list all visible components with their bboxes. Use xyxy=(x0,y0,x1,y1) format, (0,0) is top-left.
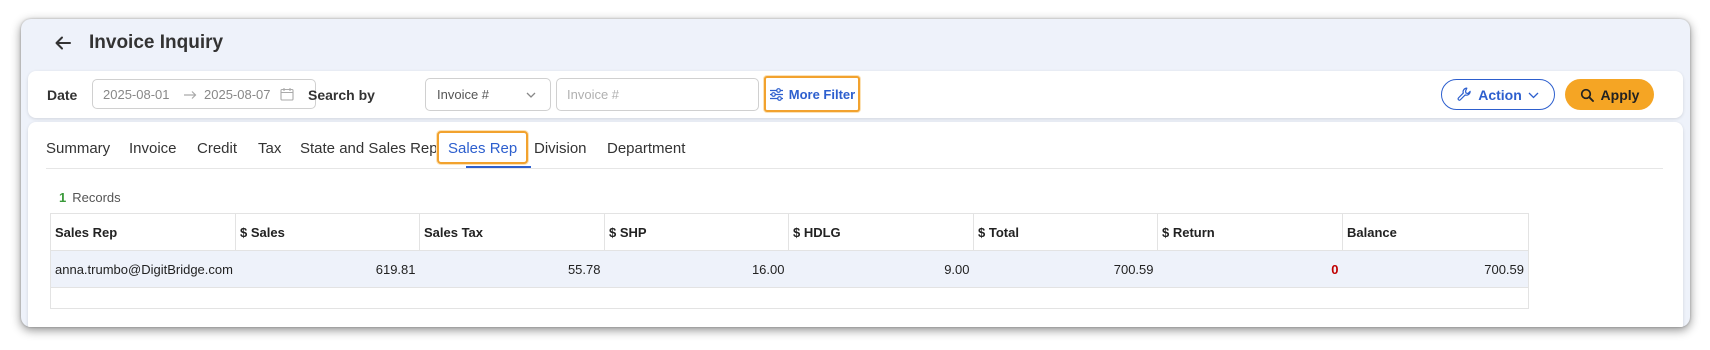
column-header-sales-rep[interactable]: Sales Rep xyxy=(50,213,236,251)
sliders-icon xyxy=(769,87,783,101)
empty-cell xyxy=(1157,287,1343,309)
column-header-total[interactable]: $ Total xyxy=(973,213,1158,251)
cell-return: 0 xyxy=(1157,250,1343,288)
search-type-value: Invoice # xyxy=(437,87,490,102)
column-header-shp[interactable]: $ SHP xyxy=(604,213,789,251)
apply-label: Apply xyxy=(1600,86,1640,103)
empty-cell xyxy=(1342,287,1529,309)
wrench-icon xyxy=(1457,87,1471,101)
tab-invoice[interactable]: Invoice xyxy=(129,140,177,157)
calendar-icon xyxy=(280,88,294,101)
empty-cell xyxy=(235,287,420,309)
arrow-left-icon xyxy=(55,36,71,50)
empty-cell xyxy=(788,287,974,309)
date-to[interactable]: 2025-08-07 xyxy=(204,87,271,102)
tab-sales-rep[interactable]: Sales Rep xyxy=(436,131,529,164)
cell-sales-tax: 55.78 xyxy=(419,250,605,288)
column-header-return[interactable]: $ Return xyxy=(1157,213,1343,251)
cell-sales-rep: anna.trumbo@DigitBridge.com xyxy=(50,250,236,288)
chevron-down-icon xyxy=(1528,92,1539,98)
sales-rep-table: Sales Rep $ Sales Sales Tax $ SHP $ HDLG… xyxy=(50,213,1529,309)
search-by-label: Search by xyxy=(308,87,375,103)
empty-cell xyxy=(419,287,605,309)
page-title: Invoice Inquiry xyxy=(89,32,224,53)
chevron-down-icon xyxy=(526,92,536,98)
date-from[interactable]: 2025-08-01 xyxy=(103,87,170,102)
column-header-sales[interactable]: $ Sales xyxy=(235,213,420,251)
tab-bar: Summary Invoice Credit Tax State and Sal… xyxy=(46,122,1663,169)
column-header-hdlg[interactable]: $ HDLG xyxy=(788,213,974,251)
date-range-picker[interactable]: 2025-08-01 2025-08-07 xyxy=(92,79,316,109)
cell-shp: 16.00 xyxy=(604,250,789,288)
empty-cell xyxy=(973,287,1158,309)
table-row[interactable]: anna.trumbo@DigitBridge.com 619.81 55.78… xyxy=(50,250,1529,288)
apply-button[interactable]: Apply xyxy=(1565,79,1654,110)
tab-state-and-sales-rep[interactable]: State and Sales Rep xyxy=(300,140,438,157)
back-button[interactable] xyxy=(51,31,75,55)
search-icon xyxy=(1580,88,1594,102)
cell-sales: 619.81 xyxy=(235,250,420,288)
cell-hdlg: 9.00 xyxy=(788,250,974,288)
tab-tax[interactable]: Tax xyxy=(258,140,281,157)
search-input[interactable] xyxy=(556,78,759,111)
cell-total: 700.59 xyxy=(973,250,1158,288)
content-card: Summary Invoice Credit Tax State and Sal… xyxy=(28,122,1683,327)
tab-credit[interactable]: Credit xyxy=(197,140,237,157)
empty-cell xyxy=(50,287,236,309)
record-count: 1 Records xyxy=(59,190,121,205)
column-header-sales-tax[interactable]: Sales Tax xyxy=(419,213,605,251)
arrow-right-icon xyxy=(184,91,197,99)
active-tab-indicator xyxy=(466,166,531,168)
record-count-number: 1 xyxy=(59,190,67,205)
tab-summary[interactable]: Summary xyxy=(46,140,110,157)
more-filter-label: More Filter xyxy=(788,86,856,102)
tab-department[interactable]: Department xyxy=(607,140,685,157)
action-label: Action xyxy=(1478,86,1522,103)
record-count-label: Records xyxy=(72,190,121,205)
filter-bar: Date 2025-08-01 2025-08-07 Search by Inv… xyxy=(28,71,1683,118)
table-header-row: Sales Rep $ Sales Sales Tax $ SHP $ HDLG… xyxy=(50,213,1529,251)
app-window: Invoice Inquiry Date 2025-08-01 2025-08-… xyxy=(21,19,1690,327)
search-type-select[interactable]: Invoice # xyxy=(425,78,551,111)
more-filter-button[interactable]: More Filter xyxy=(764,76,860,112)
page-header: Invoice Inquiry xyxy=(21,19,1690,65)
empty-cell xyxy=(604,287,789,309)
action-button[interactable]: Action xyxy=(1441,79,1555,110)
date-label: Date xyxy=(47,87,78,103)
table-empty-row xyxy=(50,287,1529,309)
tab-division[interactable]: Division xyxy=(534,140,587,157)
column-header-balance[interactable]: Balance xyxy=(1342,213,1529,251)
cell-balance: 700.59 xyxy=(1342,250,1529,288)
